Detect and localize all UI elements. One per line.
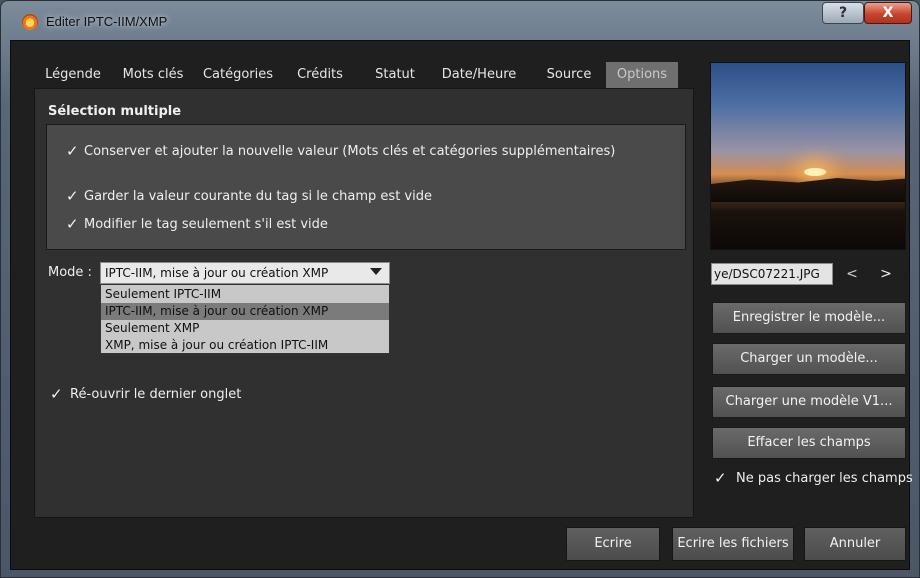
tab-label: Crédits xyxy=(297,67,343,82)
tab-legende[interactable]: Légende xyxy=(34,62,112,88)
cancel-button[interactable]: Annuler xyxy=(804,527,906,561)
checkmark-icon: ✓ xyxy=(66,142,79,160)
help-button[interactable]: ? xyxy=(822,2,864,24)
checkbox-label: Conserver et ajouter la nouvelle valeur … xyxy=(84,144,616,159)
checkbox-label: Garder la valeur courante du tag si le c… xyxy=(84,189,432,204)
tab-label: Source xyxy=(546,67,592,82)
load-v1-template-button[interactable]: Charger une modèle V1... xyxy=(712,386,906,418)
mode-option[interactable]: XMP, mise à jour ou création IPTC-IIM xyxy=(101,337,389,354)
tab-label: Statut xyxy=(375,67,415,82)
mode-option[interactable]: Seulement IPTC-IIM xyxy=(101,286,389,303)
close-button[interactable]: X xyxy=(864,2,912,24)
checkbox-label: Modifier le tag seulement s'il est vide xyxy=(84,217,328,232)
clear-fields-button[interactable]: Effacer les champs xyxy=(712,427,906,459)
tab-source[interactable]: Source xyxy=(534,62,604,88)
chevron-down-icon[interactable] xyxy=(370,268,382,275)
previous-image-button[interactable]: < xyxy=(842,263,862,285)
filename-field[interactable]: ye/DSC07221.JPG xyxy=(711,263,833,285)
mode-dropdown-list: Seulement IPTC-IIM IPTC-IIM, mise à jour… xyxy=(100,284,390,354)
app-icon xyxy=(22,14,38,30)
tab-options[interactable]: Options xyxy=(606,62,678,88)
tab-label: Mots clés xyxy=(122,67,184,82)
tab-label: Catégories xyxy=(202,67,274,82)
checkmark-icon: ✓ xyxy=(50,385,63,403)
tab-label: Légende xyxy=(45,67,101,82)
write-files-button[interactable]: Ecrire les fichiers xyxy=(672,527,794,561)
tab-statut[interactable]: Statut xyxy=(364,62,426,88)
preview-sun xyxy=(804,168,826,176)
load-template-button[interactable]: Charger un modèle... xyxy=(712,343,906,375)
tab-date-heure[interactable]: Date/Heure xyxy=(432,62,526,88)
tab-label: Options xyxy=(616,67,668,82)
checkmark-icon: ✓ xyxy=(66,215,79,233)
next-image-button[interactable]: > xyxy=(876,263,896,285)
checkbox-label: Ré-ouvrir le dernier onglet xyxy=(70,387,242,402)
mode-option-selected[interactable]: IPTC-IIM, mise à jour ou création XMP xyxy=(101,303,389,320)
title-bar[interactable]: Editer IPTC-IIM/XMP ? X xyxy=(0,0,920,40)
mode-label: Mode : xyxy=(48,265,92,280)
window-title: Editer IPTC-IIM/XMP xyxy=(46,14,168,29)
mode-option[interactable]: Seulement XMP xyxy=(101,320,389,337)
write-button[interactable]: Ecrire xyxy=(566,527,660,561)
tab-mots-cles[interactable]: Mots clés xyxy=(114,62,192,88)
tab-bar: Légende Mots clés Catégories Crédits Sta… xyxy=(34,62,684,88)
tab-credits[interactable]: Crédits xyxy=(286,62,354,88)
save-template-button[interactable]: Enregistrer le modèle... xyxy=(712,302,906,334)
mode-select[interactable]: IPTC-IIM, mise à jour ou création XMP xyxy=(100,262,390,284)
multi-selection-title: Sélection multiple xyxy=(48,104,182,119)
tab-categories[interactable]: Catégories xyxy=(194,62,282,88)
tab-label: Date/Heure xyxy=(441,67,517,82)
checkmark-icon: ✓ xyxy=(66,187,79,205)
image-preview xyxy=(710,62,906,250)
checkmark-icon: ✓ xyxy=(714,469,727,487)
checkbox-label: Ne pas charger les champs xyxy=(736,471,913,486)
